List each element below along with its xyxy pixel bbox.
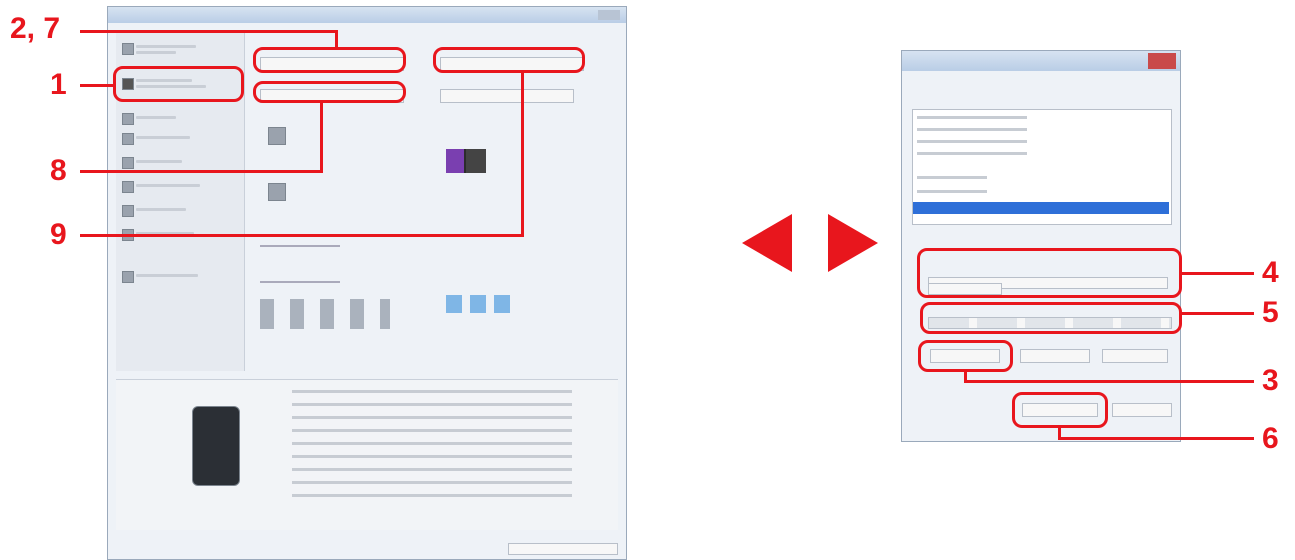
callout-box-3 xyxy=(918,340,1013,372)
printer-icon xyxy=(192,406,240,486)
list-item-selected[interactable] xyxy=(913,202,1169,214)
sidebar-item-imaging[interactable] xyxy=(122,155,234,169)
dialog-titlebar xyxy=(108,7,626,23)
printer-preview-panel xyxy=(116,379,618,530)
paper-icons xyxy=(446,295,518,313)
leader-line-2-7-v xyxy=(335,30,338,49)
orientation-icon xyxy=(268,127,286,145)
callout-number-6: 6 xyxy=(1262,422,1279,455)
printer-summary-list xyxy=(292,390,572,506)
callout-number-5: 5 xyxy=(1262,296,1279,329)
multi-up-icons xyxy=(260,299,390,329)
callout-box-4 xyxy=(917,248,1182,298)
leader-line-8-h xyxy=(80,170,323,173)
close-icon[interactable] xyxy=(598,10,620,20)
sidebar-item-finishing[interactable] xyxy=(122,131,234,145)
leader-line-2-7-h xyxy=(80,30,338,33)
close-icon[interactable] xyxy=(1148,53,1176,69)
callout-box-8 xyxy=(253,81,406,103)
profile-dialog-titlebar xyxy=(902,51,1180,71)
list-item[interactable] xyxy=(917,116,1027,119)
list-item[interactable] xyxy=(917,176,987,179)
callout-number-1: 1 xyxy=(50,68,67,101)
cancel-button[interactable] xyxy=(1112,403,1172,417)
ok-cancel-buttons[interactable] xyxy=(508,543,618,555)
callout-number-8: 8 xyxy=(50,154,67,187)
duplex-icon xyxy=(268,183,286,201)
callout-box-2-7 xyxy=(253,47,406,73)
sidebar-item-layout[interactable] xyxy=(122,111,234,125)
callout-number-3: 3 xyxy=(1262,364,1279,397)
sidebar-item-job[interactable] xyxy=(122,203,234,217)
triangle-left-icon xyxy=(742,214,792,272)
print-quality-dropdown[interactable] xyxy=(440,89,574,103)
leader-line-6-h xyxy=(1058,437,1254,440)
profile-list[interactable] xyxy=(912,109,1172,225)
color-preview-icons xyxy=(446,149,506,173)
sidebar-item-publishing[interactable] xyxy=(122,179,234,193)
list-item[interactable] xyxy=(917,152,1027,155)
leader-line-5 xyxy=(1180,312,1254,315)
import-button[interactable] xyxy=(1020,349,1090,363)
list-item[interactable] xyxy=(917,128,1027,131)
callout-box-6 xyxy=(1012,392,1108,428)
callout-number-2-7: 2, 7 xyxy=(10,12,61,45)
callout-box-1 xyxy=(113,66,244,102)
leader-line-4 xyxy=(1180,272,1254,275)
leader-line-9-v xyxy=(521,71,524,237)
layout-preview-graphic xyxy=(260,245,340,283)
callout-box-5 xyxy=(920,302,1182,334)
export-button[interactable] xyxy=(1102,349,1168,363)
list-item[interactable] xyxy=(917,140,1027,143)
callout-box-9 xyxy=(433,47,585,73)
leader-line-8-v xyxy=(320,101,323,173)
leader-line-1 xyxy=(80,84,116,87)
leader-line-9-h xyxy=(80,234,524,237)
profile-dialog xyxy=(901,50,1181,442)
list-item[interactable] xyxy=(917,190,987,193)
triangle-right-icon xyxy=(828,214,878,272)
leader-line-3-h xyxy=(964,380,1254,383)
callout-number-4: 4 xyxy=(1262,256,1279,289)
sidebar-item-profiles[interactable] xyxy=(122,269,234,283)
callout-number-9: 9 xyxy=(50,218,67,251)
sidebar-item-quick-print[interactable] xyxy=(122,41,234,57)
